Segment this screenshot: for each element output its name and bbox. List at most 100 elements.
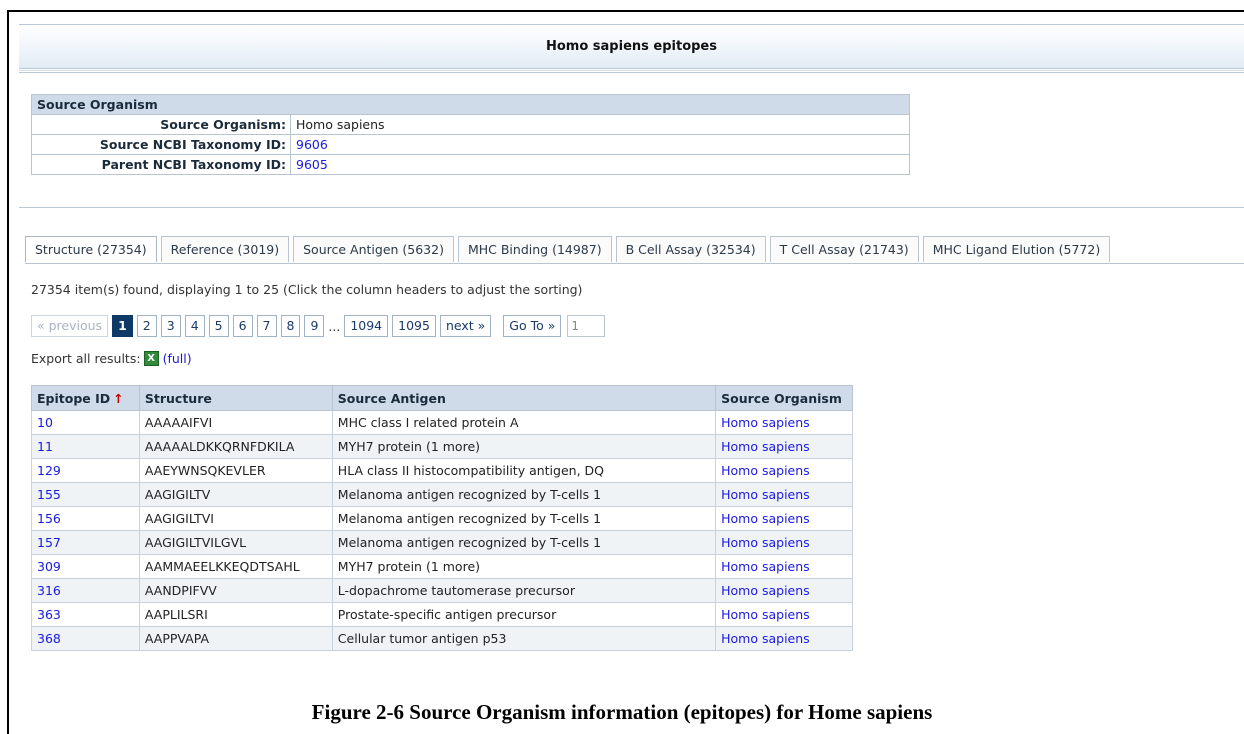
tab-underline (25, 263, 1244, 264)
page-button[interactable]: 8 (280, 315, 301, 337)
export-row: Export all results: X (full) (31, 351, 192, 366)
source-organism-link[interactable]: Homo sapiens (721, 415, 810, 430)
structure-cell: AANDPIFVV (138, 578, 333, 603)
source-organism-link[interactable]: Homo sapiens (721, 535, 810, 550)
epitope-id-link[interactable]: 10 (37, 415, 53, 430)
epitope-id-cell: 157 (31, 530, 140, 555)
epitope-id-cell: 156 (31, 506, 140, 531)
org-label: Parent NCBI Taxonomy ID: (31, 154, 291, 175)
goto-button[interactable]: Go To » (503, 315, 562, 337)
export-full-link[interactable]: (full) (163, 351, 192, 366)
structure-cell: AAAAALDKKQRNFDKILA (138, 434, 333, 459)
source-antigen-cell: Prostate-specific antigen precursor (331, 602, 717, 627)
page-button[interactable]: 7 (256, 315, 277, 337)
epitope-id-link[interactable]: 156 (37, 511, 61, 526)
tab-structure[interactable]: Structure (27354) (25, 236, 157, 262)
tab-b-cell-assay[interactable]: B Cell Assay (32534) (615, 236, 766, 262)
table-row: 368 AAPPVAPA Cellular tumor antigen p53 Hom… (31, 626, 853, 651)
col-header-epitope-id[interactable]: Epitope ID ↑ (31, 385, 140, 411)
source-organism-cell: Homo sapiens (715, 602, 853, 627)
source-antigen-cell: MYH7 protein (1 more) (331, 434, 717, 459)
page-button[interactable]: 2 (136, 315, 157, 337)
col-header-source-organism[interactable]: Source Organism (715, 385, 853, 411)
page-button[interactable]: 9 (304, 315, 325, 337)
tab-mhc-ligand-elution[interactable]: MHC Ligand Elution (5772) (922, 236, 1111, 262)
epitope-id-link[interactable]: 363 (37, 607, 61, 622)
source-antigen-cell: Melanoma antigen recognized by T-cells 1 (331, 506, 717, 531)
org-row: Parent NCBI Taxonomy ID: 9605 (31, 154, 910, 175)
source-organism-link[interactable]: Homo sapiens (721, 583, 810, 598)
page-button[interactable]: 6 (232, 315, 253, 337)
page-title: Homo sapiens epitopes (19, 24, 1244, 73)
source-organism-link[interactable]: Homo sapiens (721, 463, 810, 478)
table-row: 363 AAPLILSRI Prostate-specific antigen pr… (31, 602, 853, 627)
table-row: 157 AAGIGILTVILGVL Melanoma antigen recogn… (31, 530, 853, 555)
epitope-id-cell: 129 (31, 458, 140, 483)
page-button[interactable]: 1 (112, 315, 133, 337)
excel-icon[interactable]: X (143, 351, 159, 366)
structure-cell: AAGIGILTV (138, 482, 333, 507)
source-organism-link[interactable]: Homo sapiens (721, 559, 810, 574)
source-organism-link[interactable]: Homo sapiens (721, 631, 810, 646)
epitope-id-link[interactable]: 368 (37, 631, 61, 646)
table-row: 155 AAGIGILTV Melanoma antigen recognized … (31, 482, 853, 507)
source-antigen-cell: MHC class I related protein A (331, 410, 717, 435)
table-row: 309 AAMMAEELKKEQDTSAHL MYH7 protein (1 mor… (31, 554, 853, 579)
source-organism-cell: Homo sapiens (715, 458, 853, 483)
source-organism-link[interactable]: Homo sapiens (721, 511, 810, 526)
table-row: 11 AAAAALDKKQRNFDKILA MYH7 protein (1 more… (31, 434, 853, 459)
page-button[interactable]: 4 (184, 315, 205, 337)
tab-reference[interactable]: Reference (3019) (160, 236, 290, 262)
export-label: Export all results: (31, 351, 141, 366)
org-row: Source Organism: Homo sapiens (31, 114, 910, 135)
structure-cell: AAGIGILTVILGVL (138, 530, 333, 555)
page-button[interactable]: 1094 (344, 315, 389, 337)
col-header-structure[interactable]: Structure (138, 385, 333, 411)
previous-button[interactable]: « previous (31, 315, 109, 337)
source-organism-link[interactable]: Homo sapiens (721, 439, 810, 454)
epitope-id-link[interactable]: 316 (37, 583, 61, 598)
epitope-id-link[interactable]: 157 (37, 535, 61, 550)
source-organism-cell: Homo sapiens (715, 410, 853, 435)
tab-bar: Structure (27354) Reference (3019) Sourc… (25, 236, 1114, 264)
epitope-id-link[interactable]: 129 (37, 463, 61, 478)
source-organism-link[interactable]: Homo sapiens (721, 487, 810, 502)
tab-t-cell-assay[interactable]: T Cell Assay (21743) (769, 236, 919, 262)
epitope-id-link[interactable]: 11 (37, 439, 53, 454)
goto-page-input[interactable] (567, 315, 606, 337)
epitope-id-link[interactable]: 309 (37, 559, 61, 574)
table-row: 129 AAEYWNSQKEVLER HLA class II histocompa… (31, 458, 853, 483)
page-button[interactable]: 5 (208, 315, 229, 337)
org-value: Homo sapiens (290, 114, 910, 135)
source-antigen-cell: HLA class II histocompatibility antigen,… (331, 458, 717, 483)
tab-mhc-binding[interactable]: MHC Binding (14987) (457, 236, 612, 262)
pager-ellipsis: ... (328, 318, 341, 334)
page-button[interactable]: 3 (160, 315, 181, 337)
structure-cell: AAPPVAPA (138, 626, 333, 651)
epitope-id-cell: 155 (31, 482, 140, 507)
epitope-id-cell: 363 (31, 602, 140, 627)
source-organism-table: Source Organism Source Organism: Homo sa… (31, 94, 910, 175)
figure-caption: Figure 2-6 Source Organism information (… (311, 700, 933, 724)
divider (19, 207, 1244, 208)
source-organism-link[interactable]: Homo sapiens (721, 607, 810, 622)
taxonomy-id-link[interactable]: 9606 (296, 137, 328, 152)
source-organism-cell: Homo sapiens (715, 626, 853, 651)
table-row: 10 AAAAAIFVI MHC class I related protein A… (31, 410, 853, 435)
tab-source-antigen[interactable]: Source Antigen (5632) (293, 236, 454, 262)
source-organism-cell: Homo sapiens (715, 554, 853, 579)
org-row: Source NCBI Taxonomy ID: 9606 (31, 134, 910, 155)
epitope-id-cell: 368 (31, 626, 140, 651)
source-antigen-cell: Melanoma antigen recognized by T-cells 1 (331, 482, 717, 507)
table-row: 156 AAGIGILTVI Melanoma antigen recognized… (31, 506, 853, 531)
parent-taxonomy-id-link[interactable]: 9605 (296, 157, 328, 172)
page-button[interactable]: 1095 (392, 315, 436, 337)
source-organism-cell: Homo sapiens (715, 482, 853, 507)
structure-cell: AAEYWNSQKEVLER (138, 458, 333, 483)
epitope-results-table: Epitope ID ↑ Structure Source Antigen Sou… (31, 385, 853, 651)
col-header-label: Epitope ID (37, 390, 111, 406)
structure-cell: AAGIGILTVI (138, 506, 333, 531)
col-header-source-antigen[interactable]: Source Antigen (331, 385, 717, 411)
epitope-id-link[interactable]: 155 (37, 487, 61, 502)
next-button[interactable]: next » (439, 315, 492, 337)
